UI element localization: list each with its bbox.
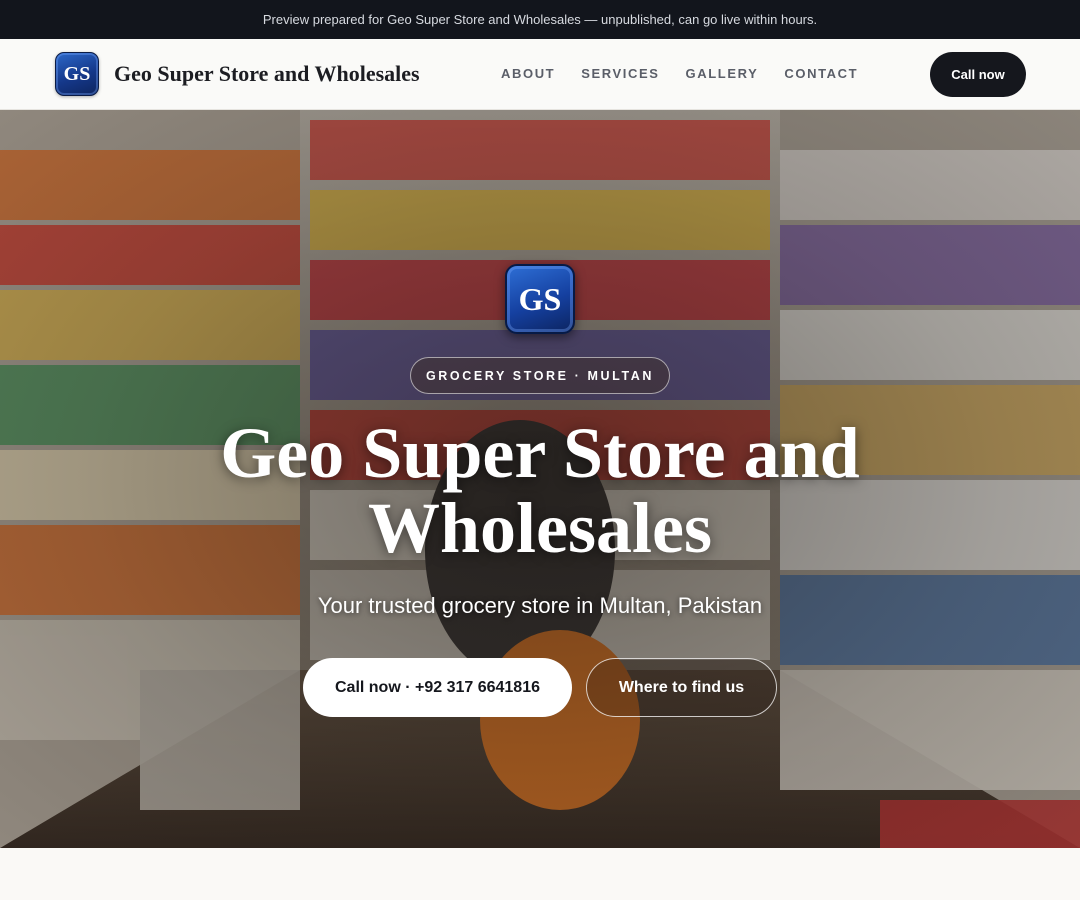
hero-subtitle: Your trusted grocery store in Multan, Pa…: [317, 593, 763, 618]
brand[interactable]: GS Geo Super Store and Wholesales: [55, 52, 420, 96]
hero-logo-initials: GS: [518, 280, 562, 317]
preview-banner-text: Preview prepared for Geo Super Store and…: [262, 12, 818, 27]
nav-link-services[interactable]: SERVICES: [581, 66, 659, 81]
brand-logo-initials: GS: [63, 62, 91, 85]
nav-link-contact[interactable]: CONTACT: [784, 66, 858, 81]
hero-logo: GS: [505, 264, 575, 334]
preview-banner: Preview prepared for Geo Super Store and…: [0, 0, 1080, 39]
hero-section: GS GROCERY STORE · MULTAN Geo Super Stor…: [0, 110, 1080, 848]
main-nav: ABOUT SERVICES GALLERY CONTACT: [501, 66, 884, 81]
nav-link-about[interactable]: ABOUT: [501, 66, 555, 81]
call-now-button[interactable]: Call now: [930, 52, 1026, 97]
nav-link-gallery[interactable]: GALLERY: [686, 66, 759, 81]
hero-title-line-1: Geo Super Store and: [220, 413, 860, 493]
brand-name: Geo Super Store and Wholesales: [114, 61, 420, 86]
hero-title: Geo Super Store and Wholesales: [140, 416, 940, 566]
find-us-button[interactable]: Where to find us: [586, 658, 777, 717]
site-header: GS Geo Super Store and Wholesales ABOUT …: [0, 39, 1080, 110]
brand-logo: GS: [55, 52, 99, 96]
category-badge: GROCERY STORE · MULTAN: [410, 357, 670, 394]
hero-title-line-2: Wholesales: [367, 488, 712, 568]
hero-call-button[interactable]: Call now · +92 317 6641816: [303, 658, 572, 717]
